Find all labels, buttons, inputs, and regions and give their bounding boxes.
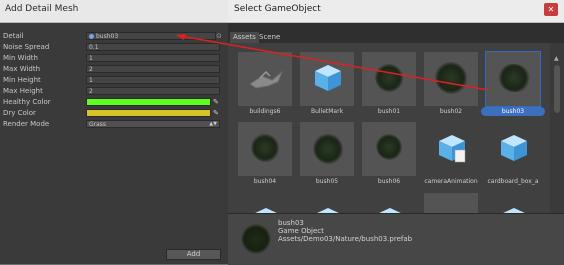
detail-label: Detail bbox=[3, 32, 24, 40]
bush-preview-icon bbox=[313, 134, 343, 164]
render-mode-dropdown[interactable]: Grass ▲▼ bbox=[86, 120, 220, 128]
render-mode-row: Render Mode Grass ▲▼ bbox=[0, 119, 228, 129]
window-title: Select GameObject bbox=[234, 4, 321, 14]
asset-thumbnail-partial[interactable] bbox=[424, 193, 478, 213]
bush-preview-icon bbox=[241, 224, 271, 254]
max-height-row: Max Height 2 bbox=[0, 86, 228, 96]
min-width-field[interactable]: 1 bbox=[86, 54, 220, 62]
bush-preview-icon bbox=[498, 64, 530, 92]
close-icon: ✕ bbox=[547, 5, 555, 14]
asset-label: buildings6 bbox=[249, 108, 281, 115]
max-width-row: Max Width 2 bbox=[0, 64, 228, 74]
cube-doc-icon bbox=[439, 135, 466, 163]
noise-spread-row: Noise Spread 0.1 bbox=[0, 42, 228, 52]
selected-asset-type: Game Object bbox=[278, 227, 324, 235]
asset-thumbnail-bush04[interactable] bbox=[238, 122, 292, 176]
healthy-color-row: Healthy Color ✎ bbox=[0, 97, 228, 107]
dry-color-swatch[interactable] bbox=[86, 109, 211, 117]
cube-icon bbox=[315, 65, 341, 91]
asset-thumbnail-bush03[interactable] bbox=[485, 51, 541, 107]
max-height-field[interactable]: 2 bbox=[86, 87, 220, 95]
bush-preview-icon bbox=[376, 134, 402, 160]
bush-preview-icon bbox=[251, 134, 279, 162]
detail-row: Detail bush03 ⊙ bbox=[0, 31, 228, 41]
eyedropper-icon[interactable]: ✎ bbox=[213, 109, 221, 117]
prefab-icon bbox=[89, 34, 94, 39]
search-bar[interactable] bbox=[228, 23, 564, 32]
asset-thumbnail-bulletmark[interactable] bbox=[300, 52, 354, 106]
tab-assets[interactable]: Assets bbox=[230, 32, 259, 43]
asset-thumbnail-partial[interactable] bbox=[238, 195, 292, 213]
dry-color-label: Dry Color bbox=[3, 109, 36, 117]
scrollbar-thumb[interactable] bbox=[554, 65, 560, 113]
noise-spread-label: Noise Spread bbox=[3, 43, 50, 51]
cube-icon bbox=[501, 135, 527, 161]
select-gameobject-window: Select GameObject ✕ Assets Scene buildin… bbox=[228, 0, 564, 265]
cube-icon bbox=[503, 208, 525, 213]
noise-spread-field[interactable]: 0.1 bbox=[86, 43, 220, 51]
close-button[interactable]: ✕ bbox=[544, 3, 558, 16]
render-mode-label: Render Mode bbox=[3, 120, 50, 128]
healthy-color-label: Healthy Color bbox=[3, 98, 51, 106]
vertical-scrollbar[interactable]: ▲ bbox=[550, 43, 564, 213]
mesh-preview-icon bbox=[249, 70, 284, 89]
min-height-field[interactable]: 1 bbox=[86, 76, 220, 84]
asset-thumbnail-partial[interactable] bbox=[486, 195, 540, 213]
bush-preview-icon bbox=[375, 64, 403, 92]
window-title-bar[interactable]: Select GameObject ✕ bbox=[228, 0, 564, 23]
asset-thumbnail-bush01[interactable] bbox=[362, 52, 416, 106]
asset-label: bush05 bbox=[315, 178, 339, 185]
cube-icon bbox=[255, 208, 277, 213]
asset-thumbnail-partial[interactable] bbox=[300, 195, 354, 213]
dry-color-row: Dry Color ✎ bbox=[0, 108, 228, 118]
asset-thumbnail-cardboard-box-a[interactable] bbox=[486, 122, 540, 176]
dropdown-arrow-icon: ▲▼ bbox=[209, 121, 217, 127]
window-title-bar[interactable]: Add Detail Mesh bbox=[0, 0, 228, 23]
asset-label: cardboard_box_a bbox=[487, 178, 539, 185]
asset-label-selected: bush03 bbox=[481, 107, 545, 116]
selection-info-panel: bush03 Game Object Assets/Demo03/Nature/… bbox=[228, 213, 564, 265]
asset-thumbnail-bush05[interactable] bbox=[300, 122, 354, 176]
asset-thumbnail-partial[interactable] bbox=[362, 195, 416, 213]
selected-asset-name: bush03 bbox=[278, 219, 304, 227]
asset-label: bush02 bbox=[439, 108, 463, 115]
scroll-up-icon[interactable]: ▲ bbox=[554, 55, 559, 62]
window-title: Add Detail Mesh bbox=[5, 4, 79, 14]
asset-tabs: Assets Scene bbox=[228, 32, 564, 43]
selected-asset-path: Assets/Demo03/Nature/bush03.prefab bbox=[278, 235, 413, 243]
detail-mesh-panel: Detail bush03 ⊙ Noise Spread 0.1 Min Wid… bbox=[0, 23, 228, 264]
detail-object-field[interactable]: bush03 bbox=[86, 32, 216, 40]
add-detail-mesh-window: Add Detail Mesh Detail bush03 ⊙ Noise Sp… bbox=[0, 0, 228, 264]
asset-thumbnail-bush06[interactable] bbox=[362, 122, 416, 176]
min-height-row: Min Height 1 bbox=[0, 75, 228, 85]
add-button[interactable]: Add bbox=[166, 249, 221, 260]
max-width-label: Max Width bbox=[3, 65, 41, 73]
asset-label: bush01 bbox=[377, 108, 401, 115]
healthy-color-swatch[interactable] bbox=[86, 98, 211, 106]
eyedropper-icon[interactable]: ✎ bbox=[213, 98, 221, 106]
asset-label: bush06 bbox=[377, 178, 401, 185]
asset-thumbnail-buildings6[interactable] bbox=[238, 52, 292, 106]
asset-label: bush04 bbox=[253, 178, 277, 185]
asset-label: cameraAnimation bbox=[424, 178, 478, 185]
max-width-field[interactable]: 2 bbox=[86, 65, 220, 73]
cube-icon bbox=[317, 208, 339, 213]
cube-icon bbox=[379, 208, 401, 213]
bush-preview-icon bbox=[435, 62, 467, 94]
asset-grid: buildings6 BulletMark bush01 bush02 bush… bbox=[228, 43, 550, 213]
min-height-label: Min Height bbox=[3, 76, 41, 84]
asset-thumbnail-cameraanimation[interactable] bbox=[424, 122, 478, 176]
max-height-label: Max Height bbox=[3, 87, 43, 95]
min-width-label: Min Width bbox=[3, 54, 38, 62]
object-picker-icon[interactable]: ⊙ bbox=[216, 31, 222, 41]
tab-scene[interactable]: Scene bbox=[256, 32, 283, 43]
min-width-row: Min Width 1 bbox=[0, 53, 228, 63]
asset-label: BulletMark bbox=[310, 108, 344, 115]
asset-thumbnail-bush02[interactable] bbox=[424, 52, 478, 106]
